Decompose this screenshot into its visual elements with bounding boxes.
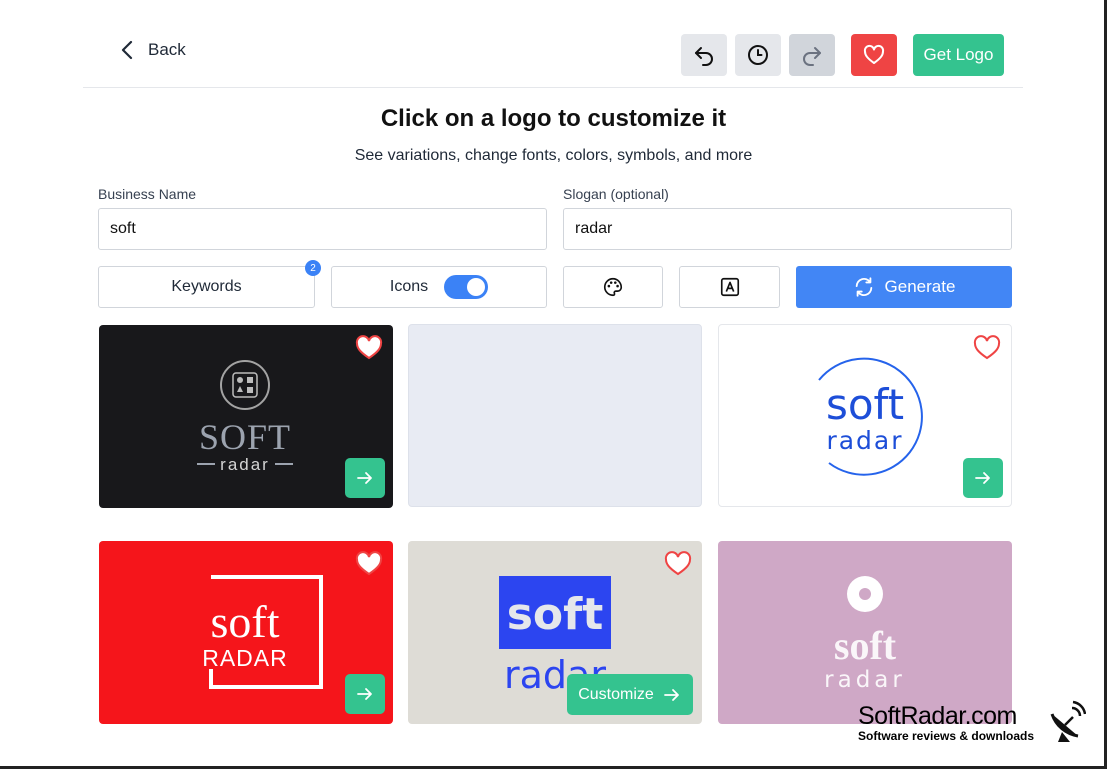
generate-label: Generate — [884, 277, 956, 296]
arrow-right-icon — [357, 472, 372, 484]
logo-card[interactable]: soft radar — [718, 541, 1012, 724]
back-label: Back — [148, 40, 186, 59]
logo-name: soft — [507, 589, 604, 640]
logo-name: soft — [211, 596, 280, 647]
icons-label: Icons — [389, 278, 429, 295]
open-logo-button[interactable] — [963, 458, 1003, 498]
get-logo-button[interactable]: Get Logo — [913, 34, 1004, 76]
logo-slogan: radar — [824, 667, 906, 693]
page-subtitle: See variations, change fonts, colors, sy… — [354, 147, 753, 164]
redo-icon — [803, 47, 821, 66]
arrow-right-icon — [357, 688, 372, 700]
redo-button[interactable] — [789, 34, 835, 76]
watermark-subtitle: Software reviews & downloads — [858, 729, 1035, 743]
favorite-heart-icon[interactable] — [355, 551, 383, 577]
keywords-label: Keywords — [171, 278, 242, 295]
arrow-right-icon — [975, 472, 990, 484]
customize-label: Customize — [578, 685, 654, 703]
open-logo-button[interactable] — [345, 458, 385, 498]
undo-icon — [695, 47, 713, 66]
heart-icon — [863, 44, 885, 64]
satellite-dish-icon — [1050, 700, 1086, 742]
clock-icon — [748, 45, 768, 65]
logo-card[interactable]: soft radar Customize — [408, 541, 702, 724]
logo-name: SOFT — [199, 417, 291, 457]
toggle-knob — [467, 278, 486, 296]
open-logo-button[interactable] — [345, 674, 385, 714]
keywords-button[interactable]: Keywords 2 — [98, 260, 321, 308]
refresh-icon — [855, 277, 872, 297]
color-palette-button[interactable] — [563, 266, 663, 308]
logo-card[interactable]: SOFT radar — [99, 325, 393, 508]
logo-name: soft — [834, 623, 897, 668]
logo-card-placeholder — [408, 324, 702, 507]
font-icon — [720, 277, 739, 297]
undo-button[interactable] — [681, 34, 727, 76]
favorites-button[interactable] — [851, 34, 897, 76]
icons-option: Icons — [331, 266, 547, 308]
palette-icon — [604, 277, 623, 297]
logo-slogan: radar — [826, 426, 903, 455]
font-button[interactable] — [679, 266, 780, 308]
logo-slogan: radar — [220, 455, 270, 474]
customize-button[interactable]: Customize — [567, 674, 693, 715]
logo-preview: soft radar — [824, 576, 906, 693]
business-name-input[interactable] — [98, 208, 547, 250]
history-button[interactable] — [735, 34, 781, 76]
favorite-heart-icon[interactable] — [355, 335, 383, 361]
generate-button[interactable]: Generate — [796, 266, 1012, 308]
slogan-label: Slogan (optional) — [563, 186, 669, 202]
top-bar: Back Get Logo — [83, 0, 1023, 88]
page-title: Click on a logo to customize it — [380, 105, 727, 132]
chevron-left-icon — [121, 40, 133, 60]
watermark-title: SoftRadar.com — [858, 702, 1017, 730]
logo-slogan: RADAR — [202, 645, 288, 671]
slogan-input[interactable] — [563, 208, 1012, 250]
business-name-label: Business Name — [98, 186, 197, 202]
logo-card[interactable]: soft radar — [718, 324, 1012, 507]
icons-toggle[interactable] — [444, 275, 489, 299]
logo-name: soft — [826, 380, 904, 429]
logo-card[interactable]: soft RADAR — [99, 541, 393, 724]
keywords-count-badge: 2 — [305, 260, 321, 276]
favorite-heart-icon[interactable] — [973, 335, 1001, 361]
watermark: SoftRadar.com Software reviews & downloa… — [858, 702, 1034, 743]
back-button[interactable]: Back — [120, 40, 186, 60]
arrow-right-icon — [663, 688, 679, 701]
favorite-heart-icon[interactable] — [664, 551, 692, 577]
